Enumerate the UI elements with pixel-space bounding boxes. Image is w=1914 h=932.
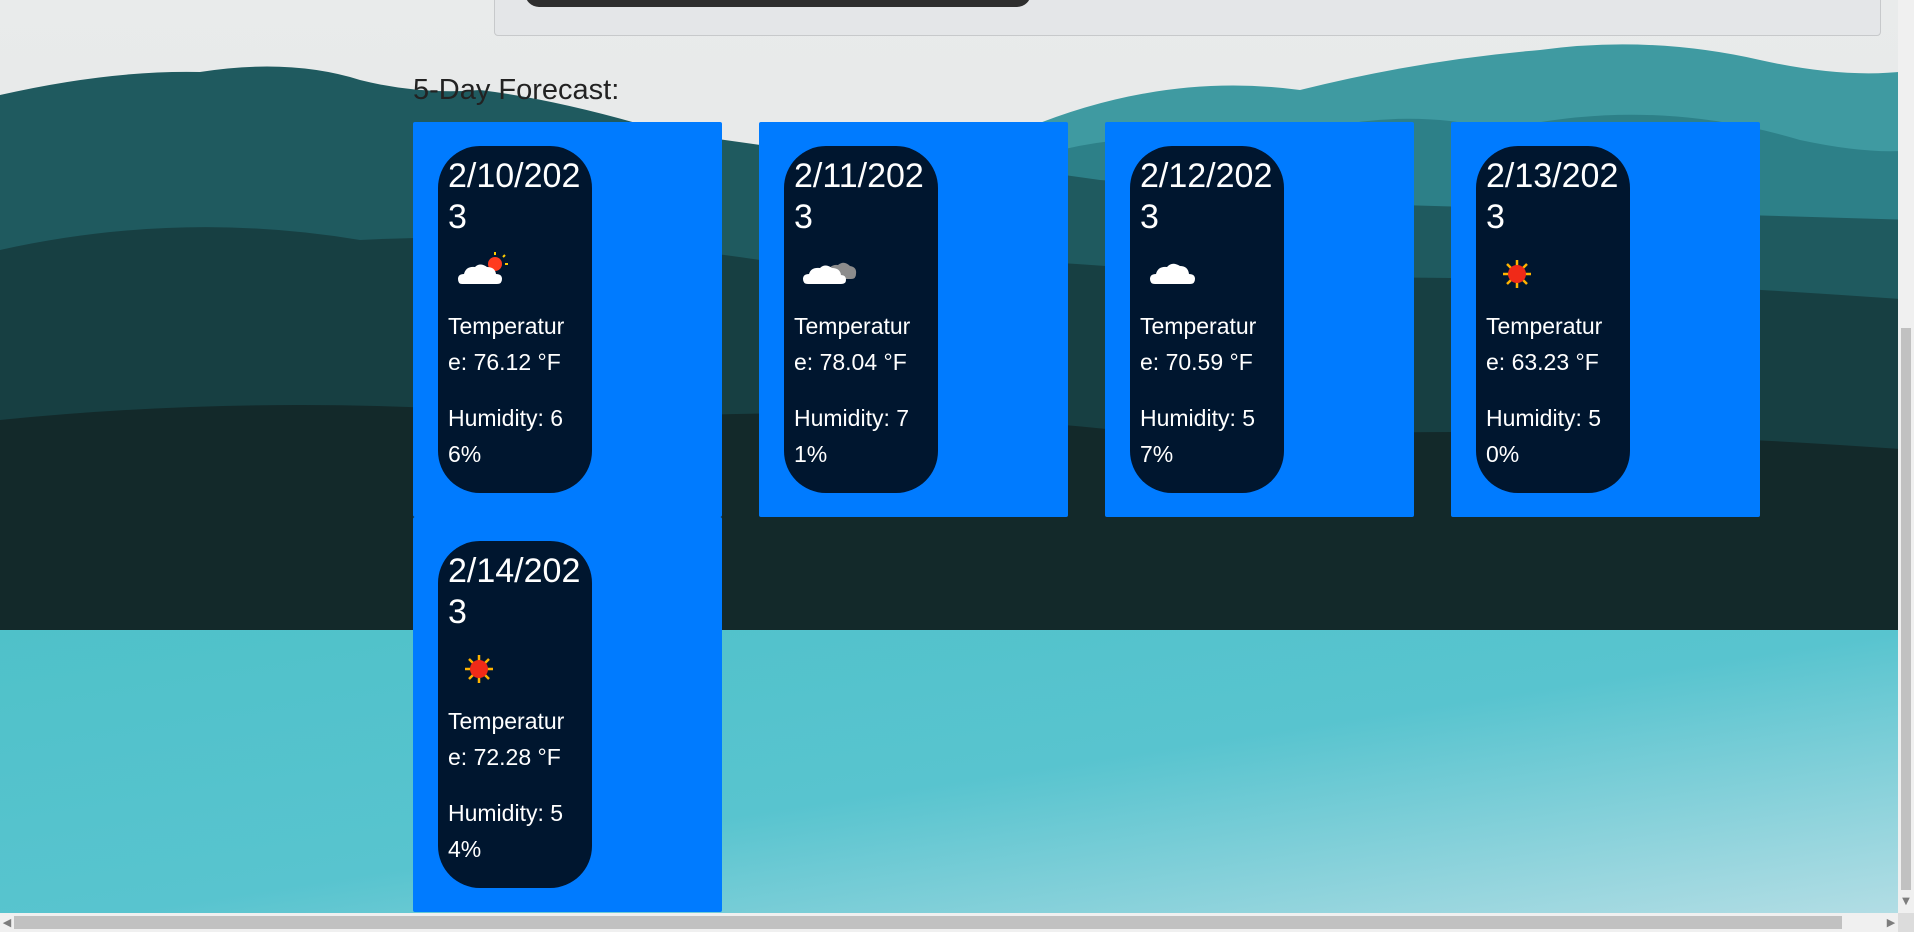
vertical-scrollbar[interactable]: ▼	[1898, 0, 1914, 932]
search-panel	[494, 0, 1881, 36]
forecast-temperature: Temperature: 76.12 °F	[448, 313, 565, 375]
forecast-card: 2/10/2023 Temperature: 76.12 °F Humidity…	[413, 122, 722, 517]
cloud-dark-icon	[794, 238, 928, 308]
forecast-temperature: Temperature: 72.28 °F	[448, 708, 565, 770]
forecast-card: 2/14/2023 Temperature: 72.28 °F Humidity…	[413, 517, 722, 912]
forecast-day-pill: 2/11/2023 Temperature: 78.04 °F Humidity…	[784, 146, 938, 493]
forecast-humidity: Humidity: 71%	[794, 405, 910, 467]
forecast-card: 2/12/2023 Temperature: 70.59 °F Humidity…	[1105, 122, 1414, 517]
forecast-day-pill: 2/10/2023 Temperature: 76.12 °F Humidity…	[438, 146, 592, 493]
horizontal-scroll-thumb[interactable]	[14, 916, 1842, 929]
forecast-card: 2/11/2023 Temperature: 78.04 °F Humidity…	[759, 122, 1068, 517]
forecast-humidity: Humidity: 50%	[1486, 405, 1602, 467]
forecast-day-pill: 2/14/2023 Temperature: 72.28 °F Humidity…	[438, 541, 592, 888]
forecast-day-pill: 2/13/2023 Temperature: 63.23 °F Humidity…	[1476, 146, 1630, 493]
scrollbar-corner	[1898, 913, 1914, 932]
forecast-humidity: Humidity: 57%	[1140, 405, 1256, 467]
forecast-day-pill: 2/12/2023 Temperature: 70.59 °F Humidity…	[1130, 146, 1284, 493]
forecast-date: 2/13/2023	[1486, 157, 1619, 236]
forecast-date: 2/14/2023	[448, 552, 581, 631]
vertical-scroll-thumb[interactable]	[1901, 328, 1911, 890]
cloud-icon	[1140, 238, 1274, 308]
search-button[interactable]	[525, 0, 1031, 7]
scroll-right-arrow-icon[interactable]: ▶	[1884, 913, 1898, 932]
forecast-humidity: Humidity: 54%	[448, 800, 564, 862]
forecast-temperature: Temperature: 70.59 °F	[1140, 313, 1257, 375]
partly-cloudy-sun-icon	[448, 238, 582, 308]
forecast-date: 2/11/2023	[794, 157, 924, 236]
scroll-left-arrow-icon[interactable]: ◀	[0, 913, 14, 932]
forecast-heading: 5-Day Forecast:	[413, 74, 620, 106]
forecast-card: 2/13/2023 Temperature: 63.23 °F Humidity…	[1451, 122, 1760, 517]
forecast-humidity: Humidity: 66%	[448, 405, 564, 467]
forecast-date: 2/10/2023	[448, 157, 581, 236]
horizontal-scrollbar[interactable]: ◀ ▶	[0, 913, 1898, 932]
sun-icon	[448, 633, 582, 703]
forecast-temperature: Temperature: 78.04 °F	[794, 313, 911, 375]
scroll-down-arrow-icon[interactable]: ▼	[1898, 893, 1914, 911]
forecast-grid: 2/10/2023 Temperature: 76.12 °F Humidity…	[413, 122, 1763, 912]
sun-icon	[1486, 238, 1620, 308]
forecast-date: 2/12/2023	[1140, 157, 1273, 236]
forecast-temperature: Temperature: 63.23 °F	[1486, 313, 1603, 375]
